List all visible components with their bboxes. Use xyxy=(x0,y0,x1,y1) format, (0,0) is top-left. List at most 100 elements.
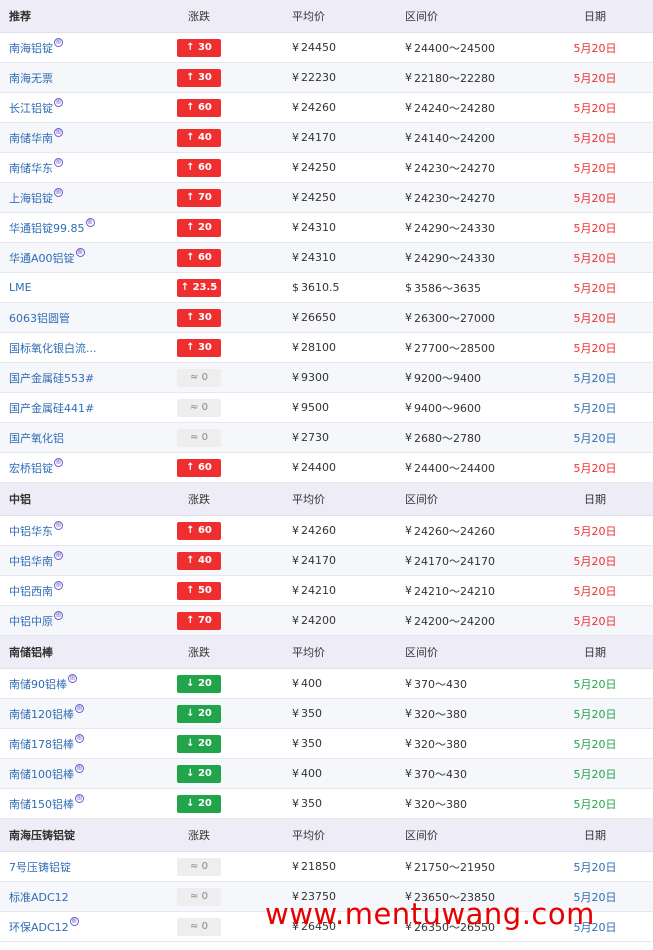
avg-price-value: 400 xyxy=(301,677,322,690)
chart-tag-icon[interactable]: 图 xyxy=(85,218,95,227)
chart-tag-icon[interactable]: 图 xyxy=(54,581,63,590)
chart-tag-icon[interactable]: 图 xyxy=(54,128,63,137)
currency-symbol: ¥ xyxy=(292,41,299,54)
change-cell: ≈ 0 xyxy=(177,852,221,881)
product-link[interactable]: 长江铝锭 xyxy=(9,100,53,116)
product-link[interactable]: 中铝西南 xyxy=(9,583,53,599)
product-link[interactable]: 国标氧化银白流... xyxy=(9,340,97,356)
chart-tag-icon[interactable]: 图 xyxy=(75,704,84,713)
column-header-avg: 平均价 xyxy=(292,646,325,659)
change-cell: ↑ 60 xyxy=(177,93,221,122)
chart-tag-icon[interactable]: 图 xyxy=(75,734,84,743)
product-name-cell: 南储华东图 xyxy=(9,153,169,182)
product-link[interactable]: 中铝华南 xyxy=(9,553,53,569)
currency-symbol: ¥ xyxy=(292,371,299,384)
range-price: ¥24230～24270 xyxy=(405,153,545,182)
currency-symbol: ¥ xyxy=(292,311,299,324)
chart-tag-icon[interactable]: 图 xyxy=(54,38,63,47)
change-cell: ↑ 30 xyxy=(177,303,221,332)
date-cell: 5月20日 xyxy=(573,431,617,445)
chart-tag-icon[interactable]: 图 xyxy=(75,794,84,803)
range-price: ¥2680～2780 xyxy=(405,423,545,452)
arrow-up-icon: ↑ xyxy=(186,251,195,263)
product-link[interactable]: 南储150铝棒 xyxy=(9,796,74,812)
chart-tag-icon[interactable]: 图 xyxy=(54,551,63,560)
product-name-cell: 国产金属硅441# xyxy=(9,393,169,422)
product-link[interactable]: 国产金属硅441# xyxy=(9,400,94,416)
product-link[interactable]: 南储100铝棒 xyxy=(9,766,74,782)
chart-tag-icon[interactable]: 图 xyxy=(75,764,84,773)
product-link[interactable]: 南储华南 xyxy=(9,130,53,146)
product-link[interactable]: 南海铝锭 xyxy=(9,40,53,56)
range-price-value: 370～430 xyxy=(414,767,467,781)
currency-symbol: ¥ xyxy=(292,221,299,234)
avg-price: ¥24170 xyxy=(292,546,392,575)
product-link[interactable]: 南储华东 xyxy=(9,160,53,176)
product-name-cell: 南储华南图 xyxy=(9,123,169,152)
currency-symbol: ¥ xyxy=(405,554,412,567)
product-link[interactable]: 国产氧化铝 xyxy=(9,430,64,446)
avg-price: ¥21850 xyxy=(292,852,392,881)
product-link[interactable]: 国产金属硅553# xyxy=(9,370,94,386)
table-row: 国产氧化铝 ≈ 0 ¥2730 ¥2680～2780 5月20日 xyxy=(0,423,653,453)
date-cell: 5月20日 xyxy=(573,461,617,475)
chart-tag-icon[interactable]: 图 xyxy=(69,917,79,926)
product-link[interactable]: 华通A00铝锭 xyxy=(9,250,75,266)
range-price: ¥24400～24400 xyxy=(405,453,545,482)
range-price-value: 320～380 xyxy=(414,707,467,721)
arrow-up-icon: ↑ xyxy=(186,41,195,53)
approx-icon: ≈ xyxy=(190,920,199,932)
product-link[interactable]: 标准ADC12 xyxy=(9,889,69,905)
column-header-date: 日期 xyxy=(584,829,606,842)
table-row: 7号压铸铝锭 ≈ 0 ¥21850 ¥21750～21950 5月20日 xyxy=(0,852,653,882)
product-link[interactable]: 中铝华东 xyxy=(9,523,53,539)
product-link[interactable]: 中铝中原 xyxy=(9,613,53,629)
range-price: ¥24260～24260 xyxy=(405,516,545,545)
product-name-cell: 6063铝圆管 xyxy=(9,303,169,332)
table-row: 国标氧化银白流... ↑ 30 ¥28100 ¥27700～28500 5月20日 xyxy=(0,333,653,363)
product-name-cell: 环保ADC12 图 xyxy=(9,912,169,941)
currency-symbol: ¥ xyxy=(292,431,299,444)
product-link[interactable]: 宏桥铝锭 xyxy=(9,460,53,476)
change-value: 60 xyxy=(197,461,212,473)
product-name-cell: 南储120铝棒图 xyxy=(9,699,169,728)
currency-symbol: ¥ xyxy=(405,161,412,174)
chart-tag-icon[interactable]: 图 xyxy=(54,458,63,467)
product-link[interactable]: 南储90铝棒 xyxy=(9,676,67,692)
table-row: 长江铝锭图 ↑ 60 ¥24260 ¥24240～24280 5月20日 xyxy=(0,93,653,123)
chart-tag-icon[interactable]: 图 xyxy=(54,611,63,620)
product-name-cell: 国标氧化银白流... xyxy=(9,333,169,362)
product-link[interactable]: 南储178铝棒 xyxy=(9,736,74,752)
date-cell: 5月20日 xyxy=(573,251,617,265)
avg-price-value: 24260 xyxy=(301,101,336,114)
change-badge: ↑ 30 xyxy=(177,308,221,327)
chart-tag-icon[interactable]: 图 xyxy=(54,98,63,107)
range-price-value: 24200～24200 xyxy=(414,614,495,628)
table-row: 国产金属硅553# ≈ 0 ¥9300 ¥9200～9400 5月20日 xyxy=(0,363,653,393)
product-link[interactable]: 7号压铸铝锭 xyxy=(9,859,71,875)
change-badge: ↑ 70 xyxy=(177,188,221,207)
range-price-value: 9400～9600 xyxy=(414,401,481,415)
product-link[interactable]: 上海铝锭 xyxy=(9,190,53,206)
change-cell: ↓ 20 xyxy=(177,669,221,698)
product-name-cell: 中铝中原图 xyxy=(9,606,169,635)
product-link[interactable]: 华通铝锭99.85 xyxy=(9,220,85,236)
change-badge: ≈ 0 xyxy=(177,857,221,876)
product-link[interactable]: 南海无票 xyxy=(9,70,53,86)
product-link[interactable]: LME xyxy=(9,281,32,294)
table-row: 南海无票 ↑ 30 ¥22230 ¥22180～22280 5月20日 xyxy=(0,63,653,93)
chart-tag-icon[interactable]: 图 xyxy=(54,521,63,530)
product-link[interactable]: 环保ADC12 xyxy=(9,919,69,935)
chart-tag-icon[interactable]: 图 xyxy=(75,248,85,257)
change-cell: ≈ 0 xyxy=(177,882,221,911)
product-link[interactable]: 南储120铝棒 xyxy=(9,706,74,722)
chart-tag-icon[interactable]: 图 xyxy=(54,158,63,167)
change-value: 20 xyxy=(197,767,212,779)
product-link[interactable]: 6063铝圆管 xyxy=(9,310,70,326)
chart-tag-icon[interactable]: 图 xyxy=(54,188,63,197)
change-badge: ↑ 70 xyxy=(177,611,221,630)
date-cell: 5月20日 xyxy=(573,860,617,874)
arrow-down-icon: ↓ xyxy=(186,677,195,689)
product-name-cell: 南储100铝棒图 xyxy=(9,759,169,788)
chart-tag-icon[interactable]: 图 xyxy=(68,674,77,683)
